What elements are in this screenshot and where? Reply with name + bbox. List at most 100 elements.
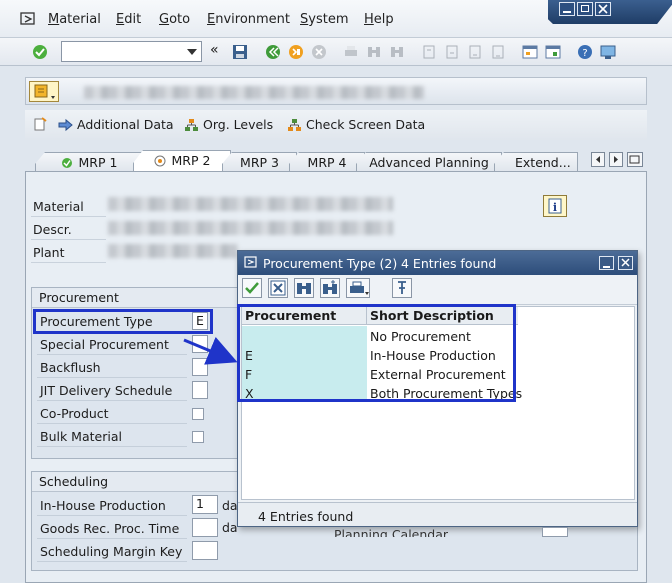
application-toolbar: Additional Data Org. Levels Check Screen… <box>25 110 647 140</box>
blurred-description-value <box>108 221 393 235</box>
backflush-field[interactable] <box>192 358 208 376</box>
material-label: Material <box>33 199 84 214</box>
row-separator <box>31 262 106 263</box>
cancel-icon <box>270 280 286 296</box>
collapse-icon[interactable]: « <box>210 42 219 58</box>
popup-cancel-button[interactable] <box>268 278 288 298</box>
display-change-button[interactable] <box>29 81 59 102</box>
print-icon[interactable] <box>343 44 359 60</box>
tab-mrp3-label: MRP 3 <box>240 155 279 170</box>
goods-rec-time-field[interactable] <box>192 518 218 537</box>
bulk-material-checkbox[interactable] <box>192 431 204 443</box>
planning-calendar-field[interactable] <box>542 527 568 537</box>
new-session-icon[interactable] <box>522 44 538 60</box>
tab-list-button[interactable] <box>627 152 643 167</box>
cancel-icon[interactable] <box>311 44 327 60</box>
tab-mrp1-label: MRP 1 <box>78 155 118 170</box>
last-page-icon[interactable] <box>490 44 506 60</box>
tab-mrp4[interactable]: MRP 4 <box>289 152 365 172</box>
margin-key-field[interactable] <box>192 541 218 560</box>
close-window-button[interactable] <box>595 2 611 16</box>
popup-close-button[interactable] <box>618 256 633 270</box>
org-levels-button[interactable]: Org. Levels <box>184 117 273 132</box>
edit-toggle-icon <box>34 84 55 99</box>
goods-rec-unit-label: days <box>222 520 237 535</box>
popup-entries-highlight <box>237 304 516 402</box>
row-separator <box>37 377 187 378</box>
popup-minimize-button[interactable] <box>599 256 614 270</box>
planning-calendar-label: Planning Calendar <box>334 527 449 537</box>
popup-print-button[interactable] <box>346 278 370 298</box>
triangle-left-icon <box>596 156 600 163</box>
next-page-icon[interactable] <box>467 44 483 60</box>
org-structure-icon <box>185 118 198 131</box>
scheduling-group-title: Scheduling <box>39 474 109 489</box>
check-icon <box>61 158 72 168</box>
inhouse-production-field[interactable]: 1 <box>192 495 218 514</box>
first-page-icon[interactable] <box>421 44 437 60</box>
menu-environment[interactable]: Environment <box>207 12 290 27</box>
plant-label: Plant <box>33 245 65 260</box>
procurement-group-title: Procurement <box>39 290 119 305</box>
tab-scroll-right-button[interactable] <box>609 152 623 167</box>
popup-find-button[interactable] <box>294 278 314 298</box>
tab-mrp3[interactable]: MRP 3 <box>222 152 297 172</box>
info-button[interactable]: i <box>543 195 567 217</box>
menu-goto[interactable]: Goto <box>159 12 190 27</box>
tab-mrp4-label: MRP 4 <box>307 155 347 170</box>
shortcut-icon[interactable] <box>545 44 561 60</box>
special-procurement-field[interactable] <box>192 335 208 353</box>
additional-data-button[interactable]: Additional Data <box>58 117 174 132</box>
menu-bar: Material Edit Goto Environment System He… <box>0 0 672 38</box>
jit-delivery-field[interactable] <box>192 381 208 399</box>
check-screen-data-button[interactable]: Check Screen Data <box>287 117 425 132</box>
check-screen-data-label: Check Screen Data <box>306 117 426 132</box>
edit-document-icon <box>34 117 47 131</box>
maximize-button[interactable] <box>577 2 593 16</box>
find-next-icon[interactable] <box>389 44 405 60</box>
popup-window-icon <box>244 256 257 268</box>
row-separator <box>31 239 106 240</box>
popup-restrictions-button[interactable] <box>392 278 412 298</box>
popup-toolbar <box>238 275 637 305</box>
close-icon <box>621 258 630 267</box>
menu-edit[interactable]: Edit <box>116 12 141 27</box>
command-field[interactable] <box>61 41 202 62</box>
tab-advanced-planning-label: Advanced Planning <box>369 155 489 170</box>
help-icon[interactable]: ? <box>577 44 593 60</box>
special-procurement-label: Special Procurement <box>40 337 169 352</box>
tab-extend[interactable]: Extend... <box>494 152 578 172</box>
customize-layout-icon[interactable] <box>600 44 616 60</box>
save-icon[interactable] <box>232 44 248 60</box>
edit-document-button[interactable] <box>33 117 48 131</box>
backflush-label: Backflush <box>40 360 101 375</box>
standard-toolbar: « ? <box>0 38 672 66</box>
checkmark-icon <box>245 282 259 294</box>
exit-icon[interactable] <box>288 44 304 60</box>
additional-data-label: Additional Data <box>77 117 174 132</box>
row-separator <box>37 515 187 516</box>
menu-material[interactable]: Material <box>48 12 101 27</box>
tab-mrp2[interactable]: MRP 2 <box>133 150 231 172</box>
procurement-type-highlight <box>33 309 213 334</box>
menu-system[interactable]: System <box>300 12 349 27</box>
binoculars-plus-icon <box>323 280 337 294</box>
find-icon[interactable] <box>366 44 382 60</box>
jit-delivery-label: JIT Delivery Schedule <box>40 383 173 398</box>
menu-help[interactable]: Help <box>364 12 394 27</box>
popup-find-next-button[interactable] <box>320 278 340 298</box>
svg-text:?: ? <box>582 48 587 59</box>
back-icon[interactable] <box>265 44 281 60</box>
co-product-checkbox[interactable] <box>192 408 204 420</box>
blurred-material-value <box>108 197 393 211</box>
check-structure-icon <box>288 118 301 131</box>
app-menu-icon[interactable] <box>20 12 36 26</box>
tab-mrp1[interactable]: MRP 1 <box>35 152 143 172</box>
tab-scroll-left-button[interactable] <box>591 152 605 167</box>
enter-check-icon[interactable] <box>32 44 48 60</box>
popup-confirm-button[interactable] <box>242 278 262 298</box>
chevron-down-icon[interactable] <box>187 49 197 55</box>
minimize-button[interactable] <box>559 2 575 16</box>
tab-advanced-planning[interactable]: Advanced Planning <box>356 152 502 172</box>
previous-page-icon[interactable] <box>444 44 460 60</box>
